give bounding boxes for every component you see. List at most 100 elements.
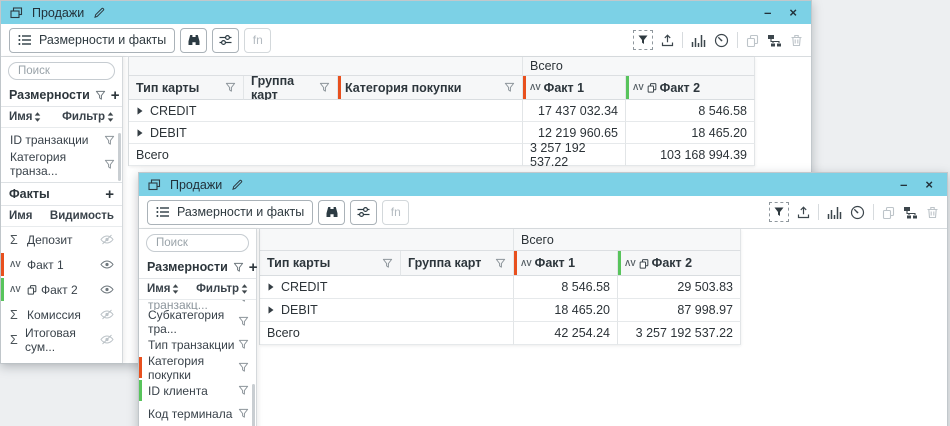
dimension-item[interactable]: Категория покупки: [139, 356, 256, 379]
column-header-label: Факт 2: [660, 81, 700, 95]
column-header-fact2[interactable]: ΛV Факт 2: [626, 76, 755, 100]
sort-icon[interactable]: [241, 284, 248, 294]
filter-funnel-icon[interactable]: [233, 262, 244, 273]
dimensions-facts-panel: Размерности + Имя Фильтр ID транзакции: [1, 57, 123, 363]
filter-funnel-icon[interactable]: [319, 82, 330, 93]
filter-funnel-icon[interactable]: [238, 339, 249, 350]
settings-sliders-button[interactable]: [350, 200, 377, 225]
dimensions-scrollbar[interactable]: [252, 384, 255, 426]
sort-icon[interactable]: [107, 112, 114, 122]
filter-funnel-icon[interactable]: [95, 90, 106, 101]
sort-icon[interactable]: [172, 284, 179, 294]
filter-funnel-icon[interactable]: [238, 385, 249, 396]
function-button[interactable]: fn: [244, 28, 271, 53]
search-input[interactable]: [156, 237, 239, 249]
eye-slash-icon[interactable]: [100, 334, 114, 345]
sidebar-search[interactable]: [8, 62, 115, 80]
fact-item[interactable]: ΛV Факт 1: [1, 252, 122, 277]
column-header-fact1[interactable]: ΛV Факт 1: [514, 251, 618, 276]
filter-funnel-icon[interactable]: [238, 362, 249, 373]
fact-item[interactable]: ΛV Факт 2: [1, 277, 122, 302]
expand-icon[interactable]: [268, 306, 274, 314]
dimension-item[interactable]: Субкатегория тра...: [139, 310, 256, 333]
dimension-item[interactable]: ID транзакции: [1, 128, 122, 152]
copy-icon[interactable]: [746, 30, 759, 50]
export-icon[interactable]: [661, 30, 674, 50]
copy-icon[interactable]: [882, 202, 895, 222]
column-header-fact1[interactable]: ΛV Факт 1: [523, 76, 626, 100]
titlebar[interactable]: Продажи – ×: [139, 173, 947, 196]
column-header-card-group[interactable]: Группа карт: [244, 76, 338, 100]
dimension-item[interactable]: ID клиента: [139, 379, 256, 402]
eye-slash-icon[interactable]: [100, 309, 114, 320]
filter-tool-icon[interactable]: [769, 202, 789, 222]
trash-icon[interactable]: [790, 30, 803, 50]
table-row[interactable]: CREDIT: [260, 276, 514, 299]
gauge-icon[interactable]: [850, 202, 865, 222]
filter-funnel-icon[interactable]: [504, 82, 515, 93]
edit-title-pencil-icon[interactable]: [231, 179, 243, 191]
filter-funnel-icon[interactable]: [238, 316, 249, 327]
hierarchy-icon[interactable]: [767, 30, 782, 50]
chart-icon[interactable]: [827, 202, 842, 222]
expand-icon[interactable]: [268, 283, 274, 291]
expand-icon[interactable]: [137, 107, 143, 115]
column-header-purchase-category[interactable]: Категория покупки: [338, 76, 523, 100]
minimize-button[interactable]: –: [900, 178, 907, 191]
pivot-corner-cell: [260, 229, 514, 251]
export-icon[interactable]: [797, 202, 810, 222]
eye-icon[interactable]: [100, 259, 114, 270]
filter-funnel-icon[interactable]: [238, 408, 249, 419]
search-input[interactable]: [18, 65, 105, 77]
add-dimension-button[interactable]: +: [111, 88, 120, 103]
dimensions-facts-button[interactable]: Размерности и факты: [147, 200, 313, 225]
function-button[interactable]: fn: [382, 200, 409, 225]
hierarchy-icon[interactable]: [903, 202, 918, 222]
filter-funnel-icon[interactable]: [104, 159, 115, 170]
filter-funnel-icon[interactable]: [225, 82, 236, 93]
gauge-icon[interactable]: [714, 30, 729, 50]
filter-funnel-icon[interactable]: [495, 258, 506, 269]
column-header-fact2[interactable]: ΛV Факт 2: [618, 251, 741, 276]
close-button[interactable]: ×: [789, 6, 797, 19]
table-row[interactable]: DEBIT: [260, 299, 514, 322]
dimensions-scrollbar[interactable]: [118, 133, 121, 181]
sidebar-search[interactable]: [146, 234, 249, 252]
table-row[interactable]: CREDIT: [129, 100, 523, 122]
sort-icon[interactable]: [34, 112, 41, 122]
edit-title-pencil-icon[interactable]: [93, 7, 105, 19]
titlebar[interactable]: Продажи – ×: [1, 1, 811, 24]
average-icon: ΛV: [530, 83, 541, 92]
total-fact2: 103 168 994.39: [626, 144, 755, 166]
filter-funnel-icon[interactable]: [382, 258, 393, 269]
settings-sliders-button[interactable]: [212, 28, 239, 53]
search-binoculars-button[interactable]: [318, 200, 345, 225]
toolbar-separator: [737, 32, 738, 48]
column-filter-label: Фильтр: [196, 283, 239, 295]
dimensions-header-label: Размерности: [9, 88, 90, 102]
table-row[interactable]: DEBIT: [129, 122, 523, 144]
column-header-card-type[interactable]: Тип карты: [129, 76, 244, 100]
filter-funnel-icon[interactable]: [104, 135, 115, 146]
dimension-item[interactable]: Категория транза...: [1, 152, 122, 176]
dimension-label: Тип транзакции: [148, 338, 235, 352]
add-dimension-button[interactable]: +: [249, 260, 258, 275]
eye-slash-icon[interactable]: [100, 234, 114, 245]
dimension-item[interactable]: Код терминала: [139, 402, 256, 425]
expand-icon[interactable]: [137, 129, 143, 137]
dimensions-facts-button[interactable]: Размерности и факты: [9, 28, 175, 53]
filter-tool-icon[interactable]: [633, 30, 653, 50]
fact-item[interactable]: Σ Депозит: [1, 227, 122, 252]
fact-item[interactable]: Σ Итоговая сум...: [1, 327, 122, 352]
add-fact-button[interactable]: +: [105, 187, 114, 202]
chart-icon[interactable]: [691, 30, 706, 50]
fact-item[interactable]: Σ Комиссия: [1, 302, 122, 327]
trash-icon[interactable]: [926, 202, 939, 222]
eye-icon[interactable]: [100, 284, 114, 295]
column-header-label: Тип карты: [136, 81, 199, 95]
minimize-button[interactable]: –: [764, 6, 771, 19]
close-button[interactable]: ×: [925, 178, 933, 191]
column-header-card-group[interactable]: Группа карт: [401, 251, 514, 276]
search-binoculars-button[interactable]: [180, 28, 207, 53]
column-header-card-type[interactable]: Тип карты: [260, 251, 401, 276]
